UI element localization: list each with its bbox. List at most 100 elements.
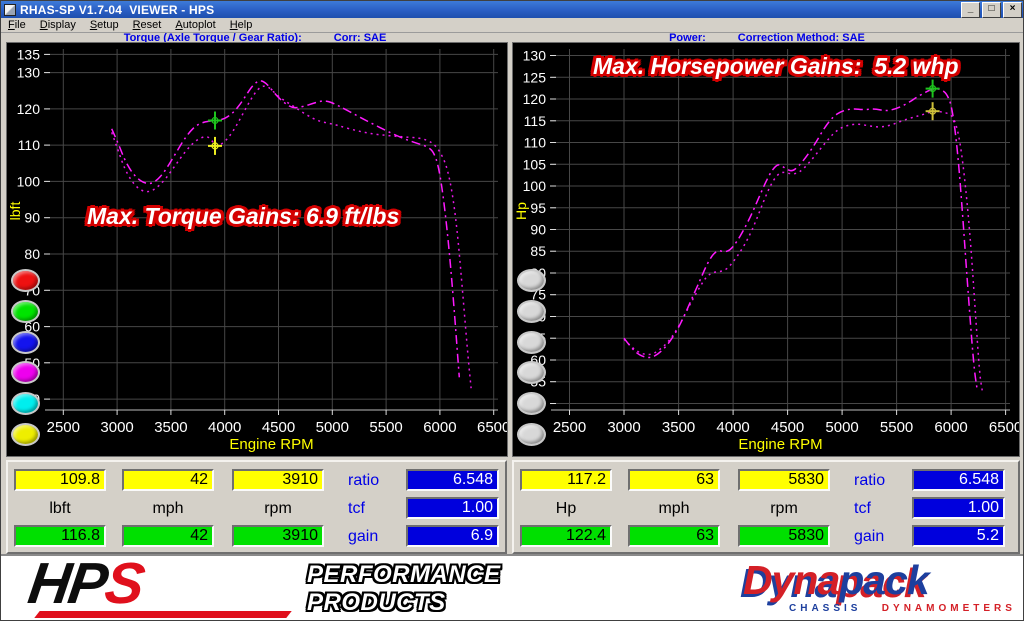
mph-unit-label: mph <box>628 500 720 518</box>
torque-y-axis-label: lbft <box>7 201 23 221</box>
svg-text:85: 85 <box>530 243 546 259</box>
torque-cursor2-mph: 42 <box>122 525 214 547</box>
svg-text:Engine RPM: Engine RPM <box>229 436 313 453</box>
svg-text:3500: 3500 <box>662 419 695 436</box>
tcf-label: tcf <box>854 500 871 518</box>
rpm-unit-label: rpm <box>232 500 324 518</box>
svg-text:4000: 4000 <box>208 419 241 436</box>
power-chart-plot[interactable]: 2500300035004000450050005500600065001301… <box>513 43 1019 456</box>
power-data-panel: 117.2 63 5830 Hp mph rpm 122.4 63 5830 r… <box>512 460 1020 554</box>
svg-text:2500: 2500 <box>47 419 80 436</box>
svg-text:5000: 5000 <box>825 419 858 436</box>
hps-logo-swoosh <box>34 611 291 618</box>
torque-cursor2-rpm: 3910 <box>232 525 324 547</box>
plot-slot-button-6[interactable] <box>517 423 546 446</box>
svg-text:135: 135 <box>17 46 41 62</box>
torque-ratio-value: 6.548 <box>406 469 499 491</box>
svg-text:125: 125 <box>523 69 547 85</box>
title-bar: RHAS-SP V1.7-04 VIEWER - HPS _ □ × <box>1 1 1024 18</box>
svg-text:6000: 6000 <box>423 419 456 436</box>
svg-text:5500: 5500 <box>880 419 913 436</box>
power-cursor1-value: 117.2 <box>520 469 612 491</box>
power-cursor2-mph: 63 <box>628 525 720 547</box>
power-cursor1-rpm: 5830 <box>738 469 830 491</box>
torque-gains-annotation: Max. Torque Gains: 6.9 ft/lbs <box>87 203 399 230</box>
rpm-unit-label: rpm <box>738 500 830 518</box>
svg-text:130: 130 <box>17 65 41 81</box>
torque-cursor2-value: 116.8 <box>14 525 106 547</box>
svg-text:3500: 3500 <box>154 419 187 436</box>
power-gains-annotation: Max. Horsepower Gains: 5.2 whp <box>593 53 959 80</box>
svg-text:2500: 2500 <box>553 419 586 436</box>
svg-text:5500: 5500 <box>369 419 402 436</box>
svg-text:6500: 6500 <box>477 419 507 436</box>
svg-text:4500: 4500 <box>262 419 295 436</box>
ratio-label: ratio <box>854 472 885 490</box>
ratio-label: ratio <box>348 472 379 490</box>
torque-chart-plot[interactable]: 2500 3000 3500 4000 4500 5000 5500 6000 6500 135 1… <box>7 43 507 456</box>
plot-slot-button-3[interactable] <box>517 331 546 354</box>
svg-text:110: 110 <box>524 135 547 151</box>
power-cursor1-mph: 63 <box>628 469 720 491</box>
svg-text:6000: 6000 <box>934 419 967 436</box>
logo-strip: HPS PERFORMANCEPRODUCTS Dynapack CHASSIS… <box>1 554 1024 621</box>
svg-text:5000: 5000 <box>316 419 349 436</box>
dynapack-logo: Dynapack <box>743 560 929 600</box>
torque-unit-label: lbft <box>14 500 106 518</box>
power-cursor2-rpm: 5830 <box>738 525 830 547</box>
svg-text:4500: 4500 <box>771 419 804 436</box>
gain-label: gain <box>854 528 884 546</box>
menu-reset[interactable]: Reset <box>126 19 169 31</box>
baseline-torque-curve <box>112 86 471 388</box>
svg-text:100: 100 <box>17 173 41 189</box>
torque-cursor1-value: 109.8 <box>14 469 106 491</box>
plot-slot-button-2[interactable] <box>11 300 40 323</box>
app-window: RHAS-SP V1.7-04 VIEWER - HPS _ □ × FileD… <box>0 0 1024 621</box>
dynapack-subtitle: CHASSIS DYNAMOMETERS <box>789 603 1016 614</box>
gain-label: gain <box>348 528 378 546</box>
hps-performance-products-text: PERFORMANCEPRODUCTS <box>307 561 501 617</box>
svg-text:120: 120 <box>17 101 41 117</box>
plot-slot-button-3[interactable] <box>11 331 40 354</box>
torque-chart-panel: 2500 3000 3500 4000 4500 5000 5500 6000 6500 135 1… <box>6 42 508 457</box>
close-icon[interactable]: × <box>1003 2 1022 18</box>
torque-cursor1-rpm: 3910 <box>232 469 324 491</box>
app-icon <box>4 4 16 16</box>
svg-text:3000: 3000 <box>607 419 640 436</box>
svg-text:Engine RPM: Engine RPM <box>738 436 822 453</box>
svg-text:3000: 3000 <box>100 419 133 436</box>
svg-text:130: 130 <box>523 48 547 64</box>
power-unit-label: Hp <box>520 500 612 518</box>
power-chart-panel: 2500300035004000450050005500600065001301… <box>512 42 1020 457</box>
restore-icon[interactable]: □ <box>982 2 1001 18</box>
plot-slot-button-2[interactable] <box>517 300 546 323</box>
svg-text:115: 115 <box>524 113 547 129</box>
power-ratio-value: 6.548 <box>912 469 1005 491</box>
window-title: RHAS-SP V1.7-04 VIEWER - HPS <box>20 3 214 17</box>
power-tcf-value: 1.00 <box>912 497 1005 519</box>
tcf-label: tcf <box>348 500 365 518</box>
svg-text:120: 120 <box>523 91 547 107</box>
torque-data-panel: 109.8 42 3910 lbft mph rpm 116.8 42 3910… <box>6 460 507 554</box>
menu-display[interactable]: Display <box>33 19 83 31</box>
svg-text:90: 90 <box>24 210 40 226</box>
plot-slot-button-1[interactable] <box>517 269 546 292</box>
svg-text:4000: 4000 <box>716 419 749 436</box>
power-gain-value: 5.2 <box>912 525 1005 547</box>
menu-setup[interactable]: Setup <box>83 19 126 31</box>
minimize-icon[interactable]: _ <box>961 2 980 18</box>
plot-slot-button-1[interactable] <box>11 269 40 292</box>
menu-file[interactable]: File <box>1 19 33 31</box>
torque-tcf-value: 1.00 <box>406 497 499 519</box>
plot-slot-button-6[interactable] <box>11 423 40 446</box>
torque-gain-value: 6.9 <box>406 525 499 547</box>
svg-text:90: 90 <box>530 222 546 238</box>
svg-text:80: 80 <box>24 246 40 262</box>
menu-help[interactable]: Help <box>223 19 260 31</box>
menu-autoplot[interactable]: Autoplot <box>168 19 222 31</box>
mph-unit-label: mph <box>122 500 214 518</box>
svg-text:95: 95 <box>530 200 546 216</box>
power-cursor2-value: 122.4 <box>520 525 612 547</box>
svg-text:110: 110 <box>18 137 41 153</box>
hps-logo: HPS <box>24 550 147 617</box>
